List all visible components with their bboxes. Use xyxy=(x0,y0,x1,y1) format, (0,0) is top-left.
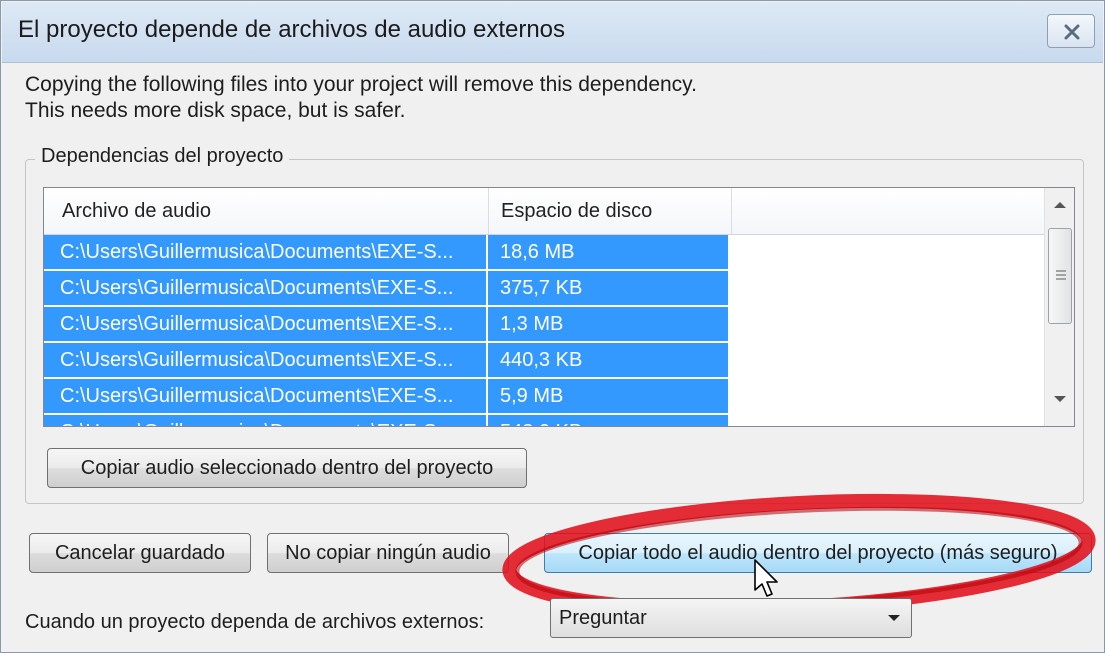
intro-text-line2: This needs more disk space, but is safer… xyxy=(25,99,406,122)
copy-all-button[interactable]: Copiar todo el audio dentro del proyecto… xyxy=(544,533,1092,573)
table-row[interactable]: C:\Users\Guillermusica\Documents\EXE-S..… xyxy=(44,343,1044,379)
row-size-cell: 440,3 KB xyxy=(488,343,728,377)
list-header: Archivo de audio Espacio de disco xyxy=(44,188,1044,235)
mouse-pointer-icon xyxy=(754,559,778,597)
dependencies-group-label: Dependencias del proyecto xyxy=(35,145,290,168)
row-file-cell: C:\Users\Guillermusica\Documents\EXE-S..… xyxy=(44,307,486,341)
row-size-cell: 543,0 KB xyxy=(488,415,728,426)
copy-selected-button[interactable]: Copiar audio seleccionado dentro del pro… xyxy=(47,448,527,488)
row-file-cell: C:\Users\Guillermusica\Documents\EXE-S..… xyxy=(44,235,486,269)
row-size-cell: 5,9 MB xyxy=(488,379,728,413)
grip-icon xyxy=(1056,270,1066,280)
dependencies-list[interactable]: Archivo de audio Espacio de disco C:\Use… xyxy=(43,187,1075,427)
table-row[interactable]: C:\Users\Guillermusica\Documents\EXE-S..… xyxy=(44,271,1044,307)
chevron-down-icon xyxy=(888,615,900,621)
table-row[interactable]: C:\Users\Guillermusica\Documents\EXE-S..… xyxy=(44,235,1044,271)
row-size-cell: 1,3 MB xyxy=(488,307,728,341)
intro-text-line1: Copying the following files into your pr… xyxy=(25,73,697,96)
row-size-cell: 375,7 KB xyxy=(488,271,728,305)
close-icon xyxy=(1064,24,1080,40)
policy-label: Cuando un proyecto dependa de archivos e… xyxy=(25,611,485,633)
close-button[interactable] xyxy=(1047,14,1095,48)
title-bar: El proyecto depende de archivos de audio… xyxy=(2,2,1103,63)
row-file-cell: C:\Users\Guillermusica\Documents\EXE-S..… xyxy=(44,379,486,413)
row-file-cell: C:\Users\Guillermusica\Documents\EXE-S..… xyxy=(44,271,486,305)
table-row[interactable]: C:\Users\Guillermusica\Documents\EXE-S..… xyxy=(44,307,1044,343)
row-file-cell: C:\Users\Guillermusica\Documents\EXE-S..… xyxy=(44,343,486,377)
cancel-save-button[interactable]: Cancelar guardado xyxy=(29,533,251,573)
vertical-scrollbar[interactable] xyxy=(1044,188,1074,426)
row-size-cell: 18,6 MB xyxy=(488,235,728,269)
scroll-down-icon[interactable] xyxy=(1053,394,1067,404)
column-header-file[interactable]: Archivo de audio xyxy=(44,188,488,234)
column-divider xyxy=(731,188,732,234)
scroll-up-icon[interactable] xyxy=(1053,200,1067,210)
scrollbar-thumb[interactable] xyxy=(1048,228,1072,324)
table-row[interactable]: C:\Users\Guillermusica\Documents\EXE-S..… xyxy=(44,415,1044,426)
policy-dropdown[interactable]: Preguntar xyxy=(550,598,912,638)
row-file-cell: C:\Users\Guillermusica\Documents\EXE-S..… xyxy=(44,415,486,426)
table-row[interactable]: C:\Users\Guillermusica\Documents\EXE-S..… xyxy=(44,379,1044,415)
column-header-size[interactable]: Espacio de disco xyxy=(489,188,731,234)
no-copy-button[interactable]: No copiar ningún audio xyxy=(267,533,509,573)
policy-dropdown-value: Preguntar xyxy=(559,607,647,629)
dialog-window: El proyecto depende de archivos de audio… xyxy=(0,0,1105,653)
dialog-title: El proyecto depende de archivos de audio… xyxy=(18,16,566,43)
